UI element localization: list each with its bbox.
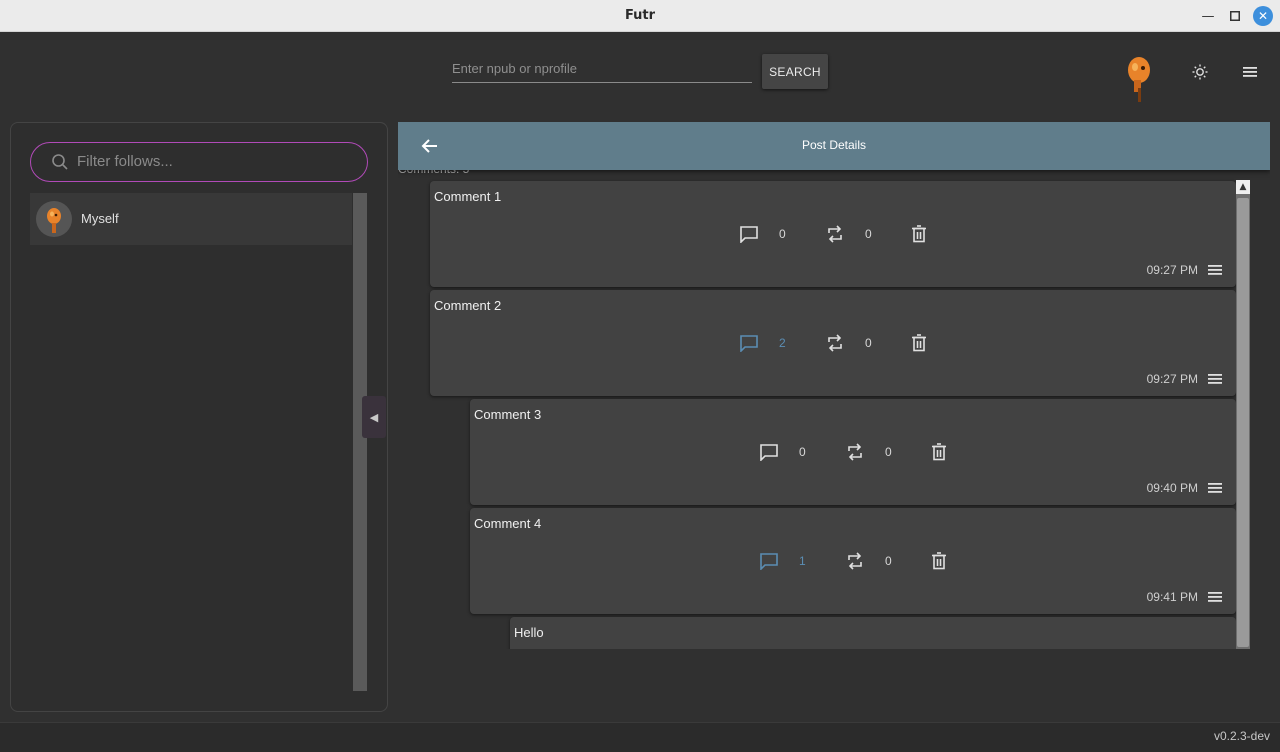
comments-scrollbar[interactable]: ▲ [1236,180,1250,649]
app-window: SEARCH [0,32,1280,722]
comment-timestamp: 09:27 PM [1146,372,1198,386]
more-icon[interactable] [1206,479,1224,497]
comment-text: Comment 1 [434,189,502,204]
comment-card: Comment 1 0 0 09:27 PM [430,181,1236,287]
repost-icon [828,334,842,352]
follows-panel: Myself [10,122,388,712]
version-label: v0.2.3-dev [1213,729,1270,743]
repost-count: 0 [885,554,892,568]
repost-button[interactable]: 0 [845,552,899,570]
scroll-up-icon[interactable]: ▲ [1236,180,1250,194]
repost-count: 0 [865,336,872,350]
maximize-icon[interactable] [1225,6,1245,26]
delete-button[interactable] [911,225,927,243]
repost-icon [848,443,862,461]
minimize-icon[interactable]: — [1198,6,1218,26]
comment-card: Hello [510,617,1236,649]
close-icon[interactable]: ✕ [1253,6,1273,26]
comment-icon [760,444,778,461]
comment-timestamp: 09:41 PM [1146,590,1198,604]
comment-text: Hello [514,625,544,640]
comment-card: Comment 4 1 0 09:41 PM [470,508,1236,614]
reply-count: 2 [779,336,786,350]
trash-icon [912,334,926,352]
repost-icon [848,552,862,570]
delete-button[interactable] [931,443,947,461]
filter-follows-field[interactable] [30,142,368,182]
reply-count: 1 [799,554,806,568]
comment-card: Comment 3 0 0 09:40 PM [470,399,1236,505]
search-button[interactable]: SEARCH [762,54,828,89]
follow-name: Myself [81,211,119,226]
reply-button[interactable]: 2 [739,334,793,352]
theme-icon[interactable] [1186,58,1214,86]
repost-icon [828,225,842,243]
repost-count: 0 [865,227,872,241]
filter-follows-input[interactable] [77,143,357,180]
npub-search-field[interactable] [452,54,752,83]
comment-text: Comment 4 [474,516,542,531]
reply-button[interactable]: 1 [759,552,813,570]
avatar [36,201,72,237]
reply-count: 0 [779,227,786,241]
trash-icon [932,443,946,461]
comment-icon [740,226,758,243]
comment-icon [740,335,758,352]
window-title: Futr [624,8,656,23]
trash-icon [932,552,946,570]
scrollbar-thumb[interactable] [1237,198,1249,647]
comment-timestamp: 09:27 PM [1146,263,1198,277]
repost-count: 0 [885,445,892,459]
menu-icon[interactable] [1236,58,1264,86]
reply-button[interactable]: 0 [739,225,793,243]
more-icon[interactable] [1206,261,1224,279]
post-details-panel: Post Details Comments: 5 Comment 1 0 0 [398,122,1270,649]
more-icon[interactable] [1206,370,1224,388]
repost-button[interactable]: 0 [845,443,899,461]
comment-icon [760,553,778,570]
page-title: Post Details [801,138,867,152]
more-icon[interactable] [1206,588,1224,606]
comment-timestamp: 09:40 PM [1146,481,1198,495]
comment-text: Comment 3 [474,407,542,422]
reply-count: 0 [799,445,806,459]
trash-icon [912,225,926,243]
title-bar: Futr — ✕ [0,0,1280,32]
comment-text: Comment 2 [434,298,502,313]
follows-scrollbar[interactable] [353,193,367,691]
follow-item-myself[interactable]: Myself [30,193,352,245]
repost-button[interactable]: 0 [825,225,879,243]
npub-search-input[interactable] [452,54,752,82]
comment-card: Comment 2 2 0 09:27 PM [430,290,1236,396]
delete-button[interactable] [911,334,927,352]
reply-button[interactable]: 0 [759,443,813,461]
status-bar: v0.2.3-dev [0,722,1280,752]
post-details-header: Post Details [398,122,1270,170]
chevron-left-icon[interactable]: ◀ [362,396,386,438]
delete-button[interactable] [931,552,947,570]
avatar-icon[interactable] [1121,54,1157,102]
search-icon [52,154,68,170]
repost-button[interactable]: 0 [825,334,879,352]
